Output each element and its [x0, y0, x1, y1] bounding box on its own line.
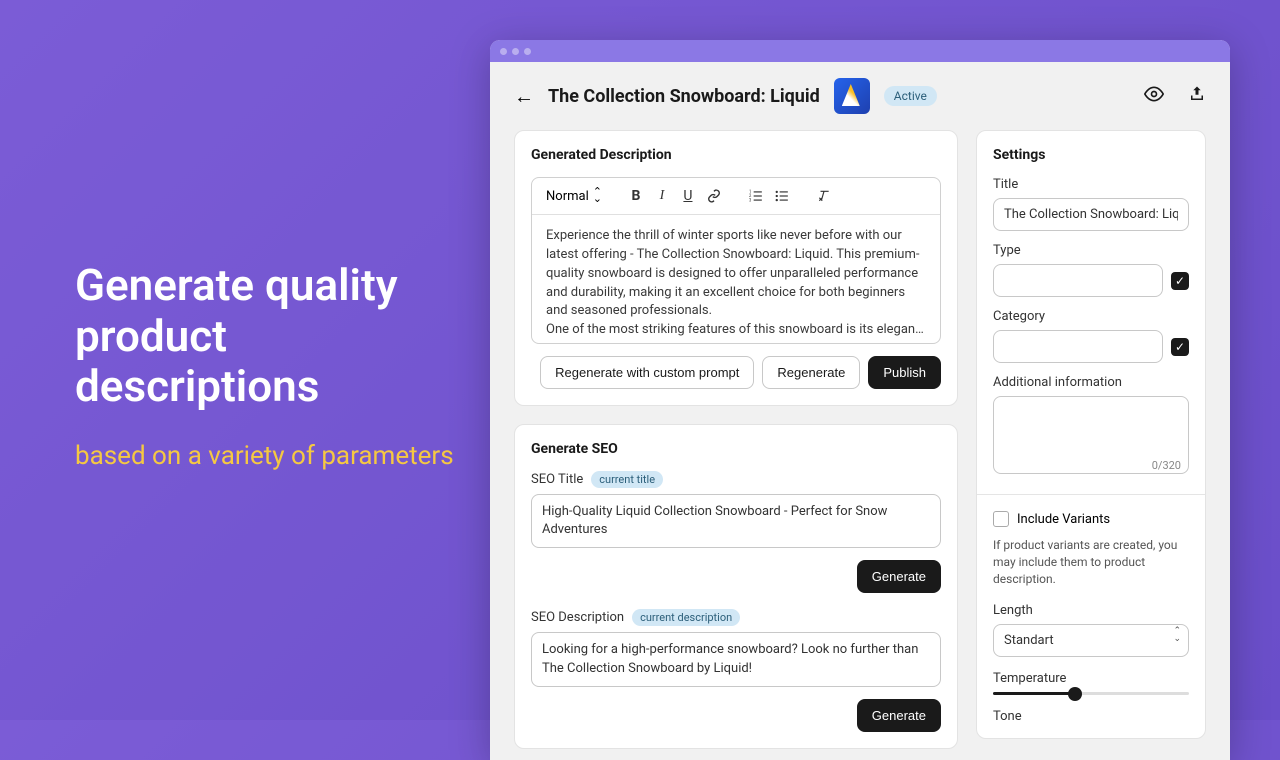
variants-helper-text: If product variants are created, you may… — [993, 537, 1189, 587]
share-icon[interactable] — [1188, 85, 1206, 108]
underline-icon[interactable]: U — [676, 184, 700, 208]
settings-card: Settings Title Type ✓ Category ✓ Additio… — [976, 130, 1206, 739]
editor-toolbar: Normal ⌃⌄ B I U 123 — [532, 178, 940, 215]
category-input[interactable] — [993, 330, 1163, 363]
editor-content[interactable]: Experience the thrill of winter sports l… — [532, 215, 940, 343]
preview-icon[interactable] — [1144, 84, 1164, 109]
additional-info-label: Additional information — [993, 375, 1189, 390]
rich-text-editor: Normal ⌃⌄ B I U 123 — [531, 177, 941, 344]
checkbox-icon — [993, 511, 1009, 527]
length-select[interactable]: Standart — [993, 624, 1189, 657]
publish-button[interactable]: Publish — [868, 356, 941, 389]
settings-title: Settings — [993, 147, 1189, 163]
app-header: ← The Collection Snowboard: Liquid Activ… — [490, 62, 1230, 130]
unordered-list-icon[interactable] — [770, 184, 794, 208]
temperature-slider[interactable] — [993, 692, 1189, 695]
regenerate-custom-button[interactable]: Regenerate with custom prompt — [540, 356, 754, 389]
status-badge: Active — [884, 86, 937, 106]
char-count: 0/320 — [1152, 459, 1181, 472]
include-variants-checkbox[interactable]: Include Variants — [993, 511, 1189, 527]
link-icon[interactable] — [702, 184, 726, 208]
bold-icon[interactable]: B — [624, 184, 648, 208]
title-field-label: Title — [993, 177, 1189, 192]
back-arrow-icon[interactable]: ← — [514, 84, 534, 109]
seo-title-label: SEO Title current title — [531, 471, 941, 488]
generated-description-card: Generated Description Normal ⌃⌄ B I U — [514, 130, 958, 406]
type-field-label: Type — [993, 243, 1189, 258]
seo-title-input[interactable]: High-Quality Liquid Collection Snowboard… — [531, 494, 941, 548]
app-window: ← The Collection Snowboard: Liquid Activ… — [490, 40, 1230, 760]
window-titlebar — [490, 40, 1230, 62]
tone-field-label: Tone — [993, 709, 1189, 724]
svg-text:3: 3 — [749, 197, 752, 202]
category-field-label: Category — [993, 309, 1189, 324]
generate-seo-title-button[interactable]: Generate — [857, 560, 941, 593]
traffic-light-dot[interactable] — [524, 48, 531, 55]
generate-seo-card: Generate SEO SEO Title current title Hig… — [514, 424, 958, 749]
category-checkbox[interactable]: ✓ — [1171, 338, 1189, 356]
ordered-list-icon[interactable]: 123 — [744, 184, 768, 208]
type-checkbox[interactable]: ✓ — [1171, 272, 1189, 290]
card-title: Generate SEO — [531, 441, 941, 457]
length-field-label: Length — [993, 603, 1189, 618]
italic-icon[interactable]: I — [650, 184, 674, 208]
traffic-light-dot[interactable] — [512, 48, 519, 55]
marketing-headline: Generate quality product descriptions — [75, 260, 455, 412]
title-input[interactable] — [993, 198, 1189, 231]
regenerate-button[interactable]: Regenerate — [762, 356, 860, 389]
page-title: The Collection Snowboard: Liquid — [548, 86, 820, 107]
slider-thumb[interactable] — [1068, 687, 1082, 701]
generate-seo-description-button[interactable]: Generate — [857, 699, 941, 732]
seo-description-input[interactable]: Looking for a high-performance snowboard… — [531, 632, 941, 686]
product-thumbnail — [834, 78, 870, 114]
card-title: Generated Description — [531, 147, 941, 163]
marketing-subline: based on a variety of parameters — [75, 440, 455, 474]
temperature-field-label: Temperature — [993, 671, 1189, 686]
type-input[interactable] — [993, 264, 1163, 297]
current-description-badge: current description — [632, 609, 740, 626]
seo-description-label: SEO Description current description — [531, 609, 941, 626]
current-title-badge: current title — [591, 471, 663, 488]
marketing-copy: Generate quality product descriptions ba… — [75, 260, 455, 474]
sort-icon: ⌃⌄ — [593, 189, 602, 202]
clear-formatting-icon[interactable] — [812, 184, 836, 208]
paragraph-style-select[interactable]: Normal ⌃⌄ — [542, 187, 606, 206]
traffic-light-dot[interactable] — [500, 48, 507, 55]
